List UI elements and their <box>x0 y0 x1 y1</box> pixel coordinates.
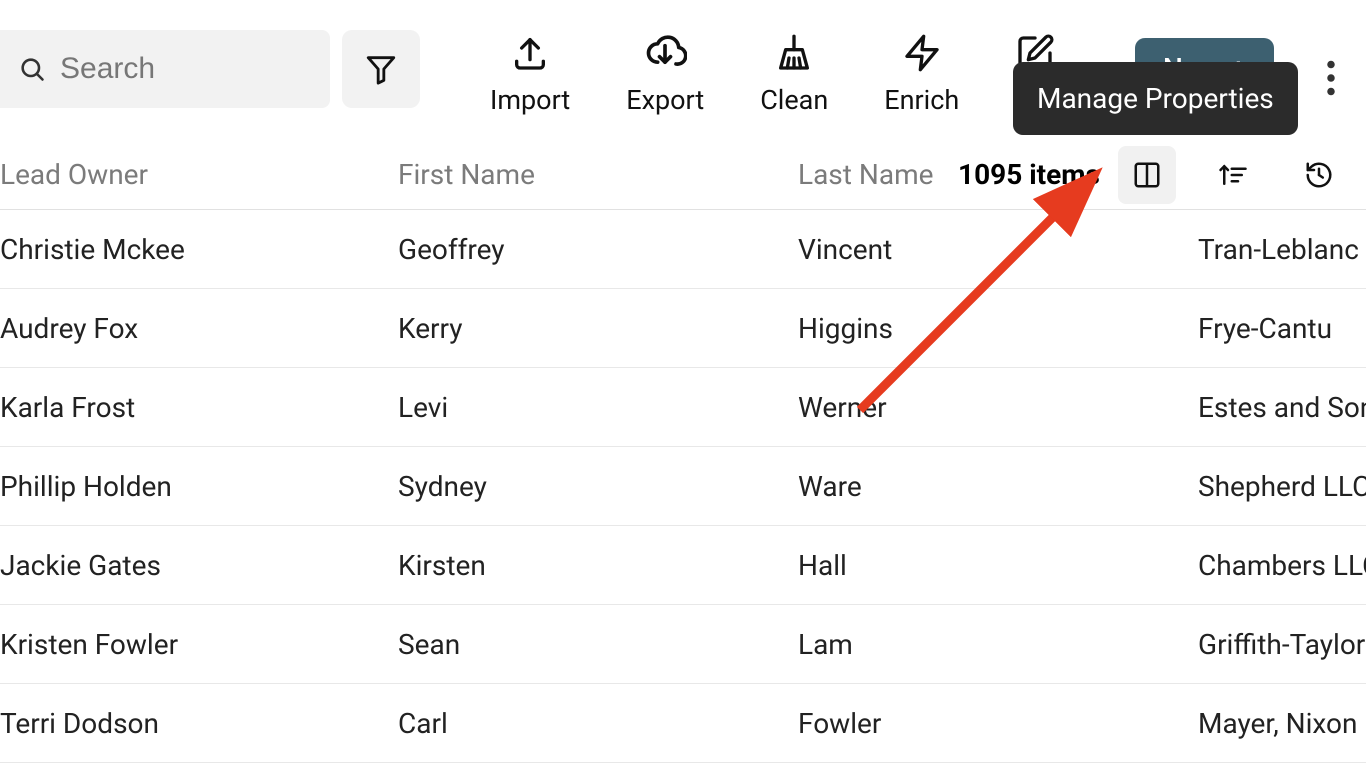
cell-first: Sean <box>398 628 798 661</box>
cloud-download-icon <box>643 31 687 75</box>
search-icon <box>18 55 46 83</box>
broom-icon <box>774 33 814 73</box>
export-button[interactable]: Export <box>626 30 704 116</box>
history-button[interactable] <box>1290 146 1348 204</box>
import-button[interactable]: Import <box>490 30 570 116</box>
cell-first: Geoffrey <box>398 233 798 266</box>
cell-last: Vincent <box>798 233 1198 266</box>
cell-first: Kerry <box>398 312 798 345</box>
cell-extra: Estes and Sons <box>1198 391 1366 424</box>
import-label: Import <box>490 84 570 116</box>
sort-icon <box>1218 160 1248 190</box>
header-tools <box>1118 146 1348 204</box>
columns-button[interactable] <box>1118 146 1176 204</box>
table-header: Lead Owner First Name Last Name 1095 ite… <box>0 140 1366 210</box>
table-row[interactable]: Christie MckeeGeoffreyVincentTran-Leblan… <box>0 210 1366 289</box>
cell-first: Carl <box>398 707 798 740</box>
upload-icon <box>510 33 550 73</box>
more-button[interactable] <box>1316 50 1346 110</box>
cell-last: Lam <box>798 628 1198 661</box>
cell-owner: Jackie Gates <box>0 549 398 582</box>
table-row[interactable]: Kristen FowlerSeanLamGriffith-Taylor <box>0 605 1366 684</box>
filter-button[interactable] <box>342 30 420 108</box>
columns-icon <box>1132 160 1162 190</box>
cell-owner: Kristen Fowler <box>0 628 398 661</box>
cell-first: Sydney <box>398 470 798 503</box>
cell-last: Werner <box>798 391 1198 424</box>
cell-last: Higgins <box>798 312 1198 345</box>
enrich-label: Enrich <box>884 84 959 116</box>
sort-button[interactable] <box>1204 146 1262 204</box>
cell-extra: Mayer, Nixon <box>1198 707 1366 740</box>
cell-extra: Tran-Leblanc <box>1198 233 1366 266</box>
cell-last: Ware <box>798 470 1198 503</box>
cell-last: Fowler <box>798 707 1198 740</box>
more-vertical-icon <box>1326 60 1336 96</box>
history-icon <box>1304 160 1334 190</box>
cell-extra: Griffith-Taylor <box>1198 628 1366 661</box>
table-row[interactable]: Karla FrostLeviWernerEstes and Sons <box>0 368 1366 447</box>
toolbar: Import Export Clean Enr <box>0 0 1366 140</box>
header-lead-owner[interactable]: Lead Owner <box>0 158 398 191</box>
cell-owner: Phillip Holden <box>0 470 398 503</box>
cell-owner: Christie Mckee <box>0 233 398 266</box>
header-first-name[interactable]: First Name <box>398 158 798 191</box>
export-label: Export <box>626 84 704 116</box>
search-input[interactable] <box>60 52 312 86</box>
tooltip: Manage Properties <box>1013 62 1298 135</box>
cell-first: Kirsten <box>398 549 798 582</box>
cell-extra: Frye-Cantu <box>1198 312 1366 345</box>
cell-first: Levi <box>398 391 798 424</box>
table-body: Christie MckeeGeoffreyVincentTran-Leblan… <box>0 210 1366 763</box>
cell-owner: Audrey Fox <box>0 312 398 345</box>
table-row[interactable]: Audrey FoxKerryHigginsFrye-Cantu <box>0 289 1366 368</box>
table-row[interactable]: Jackie GatesKirstenHallChambers LLC <box>0 526 1366 605</box>
bolt-icon <box>902 33 942 73</box>
action-group: Import Export Clean Enr <box>490 30 1055 116</box>
search-box[interactable] <box>0 30 330 108</box>
cell-owner: Karla Frost <box>0 391 398 424</box>
header-last-name[interactable]: Last Name <box>798 158 958 191</box>
cell-last: Hall <box>798 549 1198 582</box>
table-row[interactable]: Phillip HoldenSydneyWareShepherd LLC <box>0 447 1366 526</box>
items-count: 1095 items <box>958 158 1100 191</box>
table-row[interactable]: Terri DodsonCarlFowlerMayer, Nixon <box>0 684 1366 763</box>
enrich-button[interactable]: Enrich <box>884 30 959 116</box>
clean-label: Clean <box>760 84 828 116</box>
clean-button[interactable]: Clean <box>760 30 828 116</box>
cell-extra: Shepherd LLC <box>1198 470 1366 503</box>
filter-icon <box>364 52 398 86</box>
cell-owner: Terri Dodson <box>0 707 398 740</box>
cell-extra: Chambers LLC <box>1198 549 1366 582</box>
